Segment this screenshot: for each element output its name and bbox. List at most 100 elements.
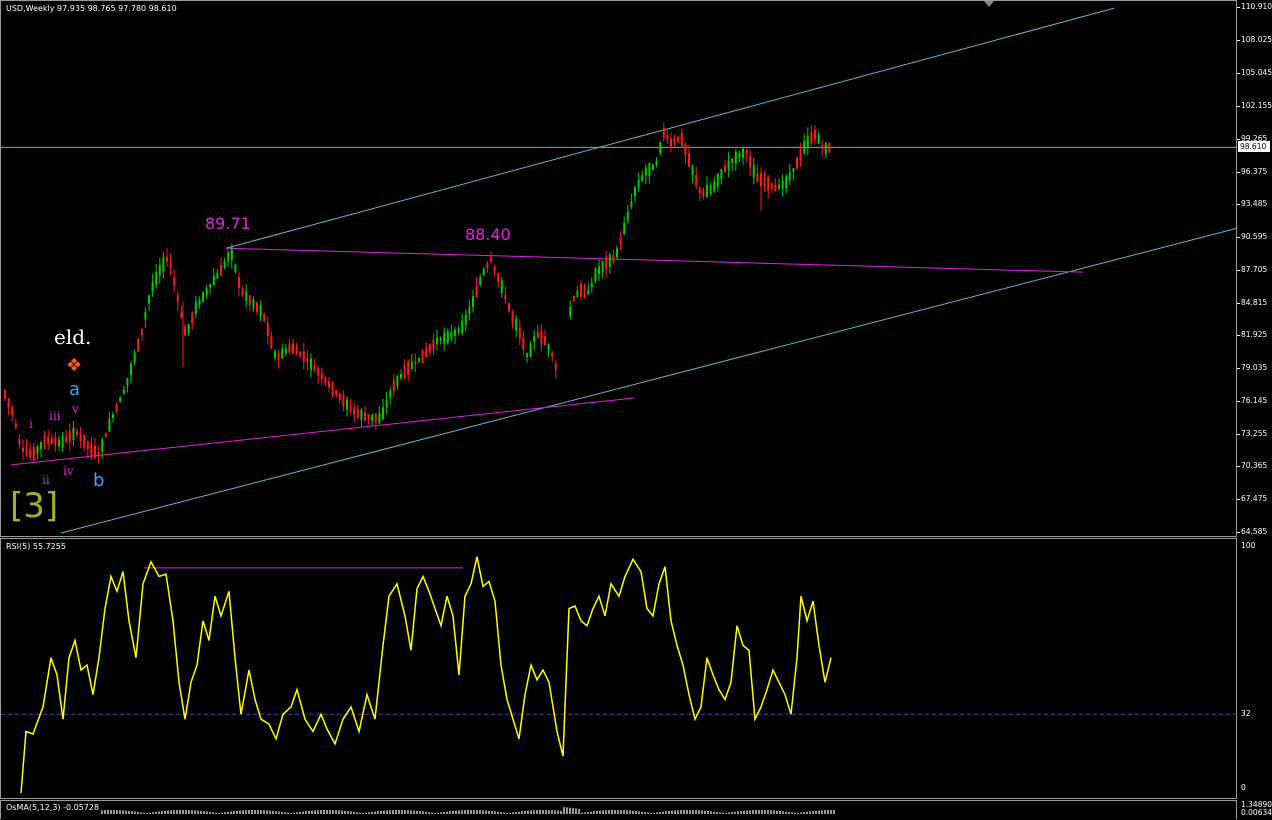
osma-bar: [161, 811, 163, 814]
osma-bar: [680, 810, 682, 814]
price-tick-label: 84.815: [1241, 297, 1268, 307]
candle-body: [302, 351, 305, 362]
candle: [191, 310, 194, 330]
osma-bar: [596, 810, 598, 814]
candle: [83, 434, 86, 452]
candle-body: [371, 414, 374, 422]
candle-body: [652, 164, 654, 170]
candle: [778, 178, 780, 191]
candle-body: [540, 331, 543, 344]
candle: [500, 276, 503, 299]
osma-bar: [344, 810, 346, 814]
candle-body: [504, 294, 507, 300]
rsi-pane[interactable]: RSI(5) 55.7255: [0, 538, 1238, 799]
candle-body: [767, 177, 770, 191]
candle-body: [86, 441, 89, 450]
candle-body: [25, 447, 28, 456]
candle-body: [716, 173, 719, 187]
candle-body: [223, 261, 226, 268]
candle-body: [90, 443, 93, 456]
candle: [256, 301, 258, 316]
candle: [446, 328, 449, 345]
wave-i-label: i: [29, 417, 33, 431]
osma-bar: [452, 810, 454, 814]
osma-bar: [251, 810, 253, 814]
osma-bar: [122, 810, 124, 814]
osma-bar: [830, 810, 832, 814]
candle-body: [670, 138, 672, 148]
price-chart-pane[interactable]: 89.71 88.40 eld. ❖ a b i ii iii iv v [3] USD,Weekly…: [0, 0, 1238, 537]
osma-bar: [689, 810, 691, 814]
osma-bar: [359, 812, 361, 814]
candle-body: [198, 299, 201, 305]
osma-bar: [263, 810, 265, 814]
candle-body: [148, 295, 150, 304]
candle-body: [22, 447, 24, 452]
osma-bar: [272, 810, 274, 814]
candle-body: [180, 312, 183, 318]
candle: [400, 369, 402, 381]
candle: [738, 150, 741, 163]
price-tick-mark: [1237, 400, 1240, 402]
osma-bar: [575, 808, 577, 814]
osma-bar: [239, 810, 241, 814]
osma-bar: [728, 812, 730, 814]
osma-bar: [476, 810, 478, 814]
candle: [637, 172, 640, 192]
candle-body: [439, 337, 442, 342]
osma-bar: [590, 811, 592, 814]
candle: [216, 269, 219, 279]
candle: [644, 163, 647, 184]
osma-bar: [116, 810, 118, 814]
candle: [526, 352, 528, 363]
price-tick-label: 70.365: [1241, 461, 1268, 471]
osma-bar: [131, 811, 133, 814]
candle: [317, 365, 320, 385]
candle: [414, 354, 417, 373]
candle-body: [824, 142, 827, 155]
candle-body: [551, 352, 554, 357]
candle-body: [529, 343, 532, 357]
candle: [702, 187, 705, 200]
osma-bar: [626, 810, 628, 814]
candle-body: [756, 173, 759, 183]
osma-bar: [482, 810, 484, 814]
candle: [374, 413, 377, 430]
candle-body: [360, 409, 363, 421]
osma-bar: [752, 810, 754, 814]
osma-bar: [287, 812, 289, 814]
candle-body: [173, 277, 176, 286]
osma-bar: [713, 811, 715, 814]
candle-body: [684, 144, 687, 156]
high-label-2: 88.40: [465, 225, 511, 244]
osma-bar: [170, 810, 172, 814]
candle: [155, 263, 158, 289]
candle-body: [792, 168, 795, 172]
price-tick-mark: [1237, 7, 1240, 8]
candle: [464, 309, 467, 333]
candle: [659, 141, 662, 157]
osma-bar: [677, 810, 679, 814]
price-tick-mark: [1237, 269, 1240, 271]
candle-body: [274, 351, 276, 359]
candle: [655, 157, 658, 168]
candle-body: [328, 381, 330, 388]
candle: [76, 428, 78, 439]
candle-body: [166, 257, 168, 262]
osma-bar: [245, 810, 247, 814]
candle-body: [425, 347, 428, 357]
osma-bar: [704, 810, 706, 814]
candle-body: [446, 330, 449, 344]
rsi-svg: [1, 556, 1238, 794]
osma-pane[interactable]: OsMA(5,12,3) -0.05728: [0, 800, 1237, 819]
candle: [360, 407, 363, 427]
osma-bar: [761, 810, 763, 814]
candle-body: [61, 436, 64, 449]
candle: [468, 300, 471, 321]
osma-bar: [188, 810, 190, 814]
osma-bar: [746, 810, 748, 814]
candle-body: [94, 446, 96, 458]
candle-body: [176, 294, 179, 303]
osma-bar: [755, 810, 757, 814]
osma-bar: [242, 810, 244, 814]
